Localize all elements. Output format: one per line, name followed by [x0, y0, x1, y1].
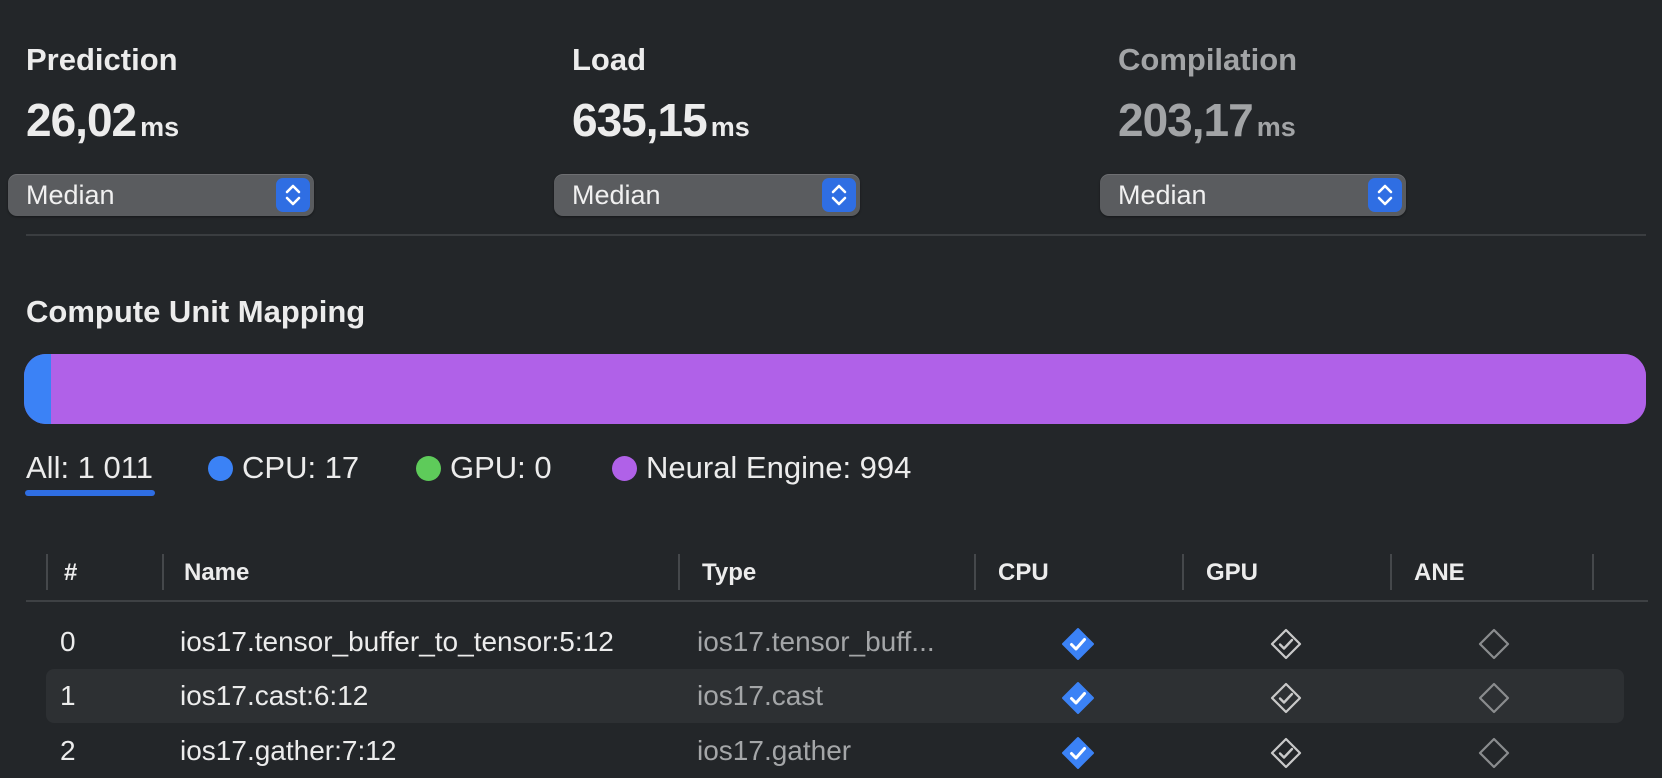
column-separator[interactable] [678, 554, 680, 590]
updown-chevron-icon[interactable] [822, 178, 856, 212]
prediction-aggregation-select[interactable]: Median [8, 174, 314, 216]
cpu-selected-check-icon [1061, 736, 1095, 770]
row-index: 2 [60, 735, 76, 766]
filter-cpu-label: CPU: 17 [242, 450, 360, 485]
selected-filter-indicator [25, 490, 155, 496]
column-header-ane[interactable]: ANE [1414, 552, 1465, 602]
row-index: 1 [60, 680, 76, 711]
load-aggregation-select[interactable]: Median [554, 174, 860, 216]
updown-chevron-icon[interactable] [1368, 178, 1402, 212]
ane-unsupported-diamond-icon [1477, 736, 1511, 770]
column-separator[interactable] [1592, 554, 1594, 590]
gpu-supported-check-icon [1269, 681, 1303, 715]
row-type: ios17.tensor_buff... [697, 626, 935, 657]
filter-gpu[interactable]: GPU: 0 [416, 448, 552, 488]
cpu-selected-check-icon [1061, 627, 1095, 661]
load-title: Load [572, 42, 647, 77]
load-metric: Load 635,15 ms [572, 40, 750, 162]
ane-unsupported-diamond-icon [1477, 681, 1511, 715]
filter-all[interactable]: All: 1 011 [26, 448, 153, 488]
cpu-segment [24, 354, 52, 424]
compute-unit-filter-bar: All: 1 011 CPU: 17 GPU: 0 Neural Engine:… [0, 448, 1662, 498]
prediction-number: 26,02 [26, 94, 137, 146]
gpu-dot-icon [416, 455, 441, 481]
column-header-gpu[interactable]: GPU [1206, 552, 1258, 602]
column-header-type[interactable]: Type [702, 552, 756, 602]
cpu-selected-check-icon [1061, 681, 1095, 715]
gpu-supported-check-icon [1269, 627, 1303, 661]
load-value: 635,15 ms [572, 90, 750, 162]
load-unit: ms [710, 112, 750, 142]
row-type: ios17.cast [697, 680, 824, 711]
compilation-unit: ms [1256, 112, 1296, 142]
cpu-dot-icon [208, 455, 233, 481]
ane-unsupported-diamond-icon [1477, 627, 1511, 661]
updown-chevron-icon[interactable] [276, 178, 310, 212]
gpu-supported-check-icon [1269, 736, 1303, 770]
row-type: ios17.gather [697, 735, 852, 766]
prediction-value: 26,02 ms [26, 90, 179, 162]
compute-unit-mapping-bar [24, 354, 1646, 424]
filter-neural-engine-label: Neural Engine: 994 [646, 450, 912, 485]
header-underline [26, 600, 1648, 602]
compilation-aggregation-select[interactable]: Median [1100, 174, 1406, 216]
column-separator[interactable] [1390, 554, 1392, 590]
table-row[interactable]: 1 ios17.cast:6:12 ios17.cast [46, 669, 1624, 723]
filter-neural-engine[interactable]: Neural Engine: 994 [612, 448, 911, 488]
table-row[interactable]: 0 ios17.tensor_buffer_to_tensor:5:12 ios… [46, 615, 1624, 669]
table-header: # Name Type CPU GPU ANE [26, 552, 1648, 602]
column-header-name[interactable]: Name [184, 552, 249, 602]
column-header-index[interactable]: # [64, 552, 77, 602]
compilation-aggregation-label: Median [1118, 180, 1207, 210]
compilation-number: 203,17 [1118, 94, 1254, 146]
row-name: ios17.cast:6:12 [180, 680, 369, 711]
row-name: ios17.tensor_buffer_to_tensor:5:12 [180, 626, 614, 657]
compilation-title: Compilation [1118, 42, 1298, 77]
prediction-unit: ms [140, 112, 180, 142]
section-divider [26, 234, 1646, 236]
compute-unit-mapping-title: Compute Unit Mapping [26, 294, 366, 329]
filter-cpu[interactable]: CPU: 17 [208, 448, 359, 488]
row-index: 0 [60, 626, 76, 657]
column-separator[interactable] [162, 554, 164, 590]
filter-gpu-label: GPU: 0 [450, 450, 552, 485]
column-header-cpu[interactable]: CPU [998, 552, 1049, 602]
column-separator[interactable] [974, 554, 976, 590]
prediction-metric: Prediction 26,02 ms [26, 40, 179, 162]
load-number: 635,15 [572, 94, 708, 146]
prediction-aggregation-label: Median [26, 180, 115, 210]
table-row[interactable]: 2 ios17.gather:7:12 ios17.gather [46, 724, 1624, 778]
neural-engine-segment [51, 354, 1646, 424]
column-separator[interactable] [1182, 554, 1184, 590]
neural-engine-dot-icon [612, 455, 637, 481]
compilation-value: 203,17 ms [1118, 90, 1297, 162]
row-name: ios17.gather:7:12 [180, 735, 397, 766]
column-separator [46, 554, 48, 590]
prediction-title: Prediction [26, 42, 178, 77]
load-aggregation-label: Median [572, 180, 661, 210]
compilation-metric: Compilation 203,17 ms [1118, 40, 1297, 162]
